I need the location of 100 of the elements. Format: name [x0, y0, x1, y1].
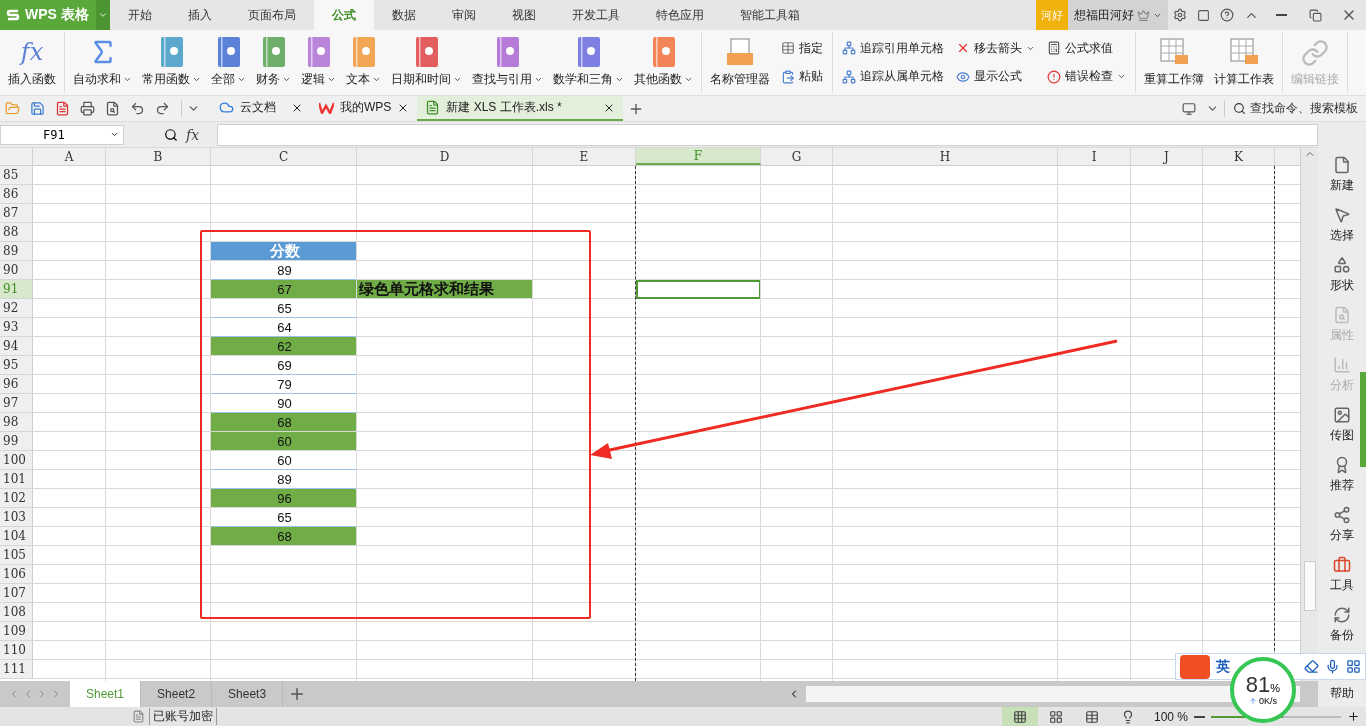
ribbon-button[interactable]: 逻辑: [297, 32, 340, 93]
column-header[interactable]: D: [357, 148, 533, 165]
ribbon-button[interactable]: 公式求值: [1044, 37, 1129, 59]
menu-tab[interactable]: 特色应用: [638, 0, 722, 30]
sidebar-handle[interactable]: [1360, 372, 1366, 467]
sidebar-button[interactable]: 分享: [1330, 506, 1354, 544]
sidebar-button[interactable]: 帮助: [1330, 685, 1354, 702]
menu-tab[interactable]: 审阅: [434, 0, 494, 30]
row-header[interactable]: 86: [0, 185, 33, 204]
ribbon-button[interactable]: 错误检查: [1044, 66, 1129, 88]
row-header[interactable]: 110: [0, 641, 33, 660]
row-header[interactable]: 106: [0, 565, 33, 584]
search-field[interactable]: 查找命令、搜索模板: [1224, 100, 1366, 117]
zoom-out-icon[interactable]: [1194, 715, 1205, 718]
ribbon-button[interactable]: 全部: [207, 32, 250, 93]
sidebar-button[interactable]: 形状: [1330, 256, 1354, 294]
ribbon-button[interactable]: 粘贴: [778, 66, 826, 88]
row-header[interactable]: 97: [0, 394, 33, 413]
menu-tab[interactable]: 开发工具: [554, 0, 638, 30]
row-header[interactable]: 94: [0, 337, 33, 356]
row-header[interactable]: 101: [0, 470, 33, 489]
ime-mode[interactable]: 英: [1216, 657, 1230, 676]
sidebar-button[interactable]: 传图: [1330, 406, 1354, 444]
row-header[interactable]: 98: [0, 413, 33, 432]
row-header[interactable]: 92: [0, 299, 33, 318]
row-header[interactable]: 96: [0, 375, 33, 394]
ribbon-button[interactable]: 移去箭头: [953, 37, 1038, 59]
row-header[interactable]: 85: [0, 166, 33, 185]
sidebar-button[interactable]: 备份: [1330, 606, 1354, 644]
row-header[interactable]: 99: [0, 432, 33, 451]
microphone-icon[interactable]: [1325, 659, 1340, 674]
row-header[interactable]: 111: [0, 660, 33, 679]
ribbon-button[interactable]: 自动求和: [69, 32, 136, 93]
menu-tab[interactable]: 公式: [314, 0, 374, 30]
sidebar-button[interactable]: 新建: [1330, 156, 1354, 194]
ime-logo-icon: [1180, 654, 1210, 679]
column-header[interactable]: K: [1203, 148, 1275, 165]
document-tab[interactable]: 我的WPS: [311, 96, 418, 121]
column-header[interactable]: I: [1058, 148, 1131, 165]
caret-icon: [192, 75, 201, 84]
ribbon-button[interactable]: 追踪从属单元格: [839, 66, 947, 88]
column-header[interactable]: C: [211, 148, 357, 165]
ribbon-button[interactable]: 计算工作表: [1210, 32, 1278, 93]
sidebar-button[interactable]: 推荐: [1330, 456, 1354, 494]
document-tab[interactable]: 云文档: [211, 96, 311, 121]
insert-function-button[interactable]: fx: [186, 126, 200, 143]
book-icon: [577, 37, 600, 67]
user-menu[interactable]: 想福田河好: [1068, 0, 1168, 30]
row-header[interactable]: 95: [0, 356, 33, 375]
column-header[interactable]: J: [1131, 148, 1203, 165]
menu-tab[interactable]: 智能工具箱: [722, 0, 818, 30]
row-header[interactable]: 107: [0, 584, 33, 603]
grid-icon[interactable]: [1346, 659, 1361, 674]
menu-tab[interactable]: 视图: [494, 0, 554, 30]
ribbon-button[interactable]: 显示公式: [953, 66, 1038, 88]
name-box[interactable]: F91: [0, 124, 124, 145]
row-header[interactable]: 102: [0, 489, 33, 508]
menu-tab[interactable]: 数据: [374, 0, 434, 30]
row-header[interactable]: 108: [0, 603, 33, 622]
row-header[interactable]: 104: [0, 527, 33, 546]
normal-view-button[interactable]: [1001, 707, 1038, 726]
row-header[interactable]: 109: [0, 622, 33, 641]
ribbon-button[interactable]: 追踪引用单元格: [839, 37, 947, 59]
zoom-icon[interactable]: [164, 127, 178, 142]
column-header[interactable]: B: [106, 148, 211, 165]
ribbon-button[interactable]: 指定: [778, 37, 826, 59]
column-header[interactable]: G: [761, 148, 833, 165]
row-header[interactable]: 89: [0, 242, 33, 261]
eraser-icon[interactable]: [1304, 659, 1319, 674]
row-header[interactable]: 87: [0, 204, 33, 223]
ribbon-button[interactable]: 常用函数: [138, 32, 205, 93]
menu-tab[interactable]: 开始: [110, 0, 170, 30]
sidebar-button[interactable]: 选择: [1330, 206, 1354, 244]
row-header[interactable]: 100: [0, 451, 33, 470]
ribbon-button[interactable]: 其他函数: [630, 32, 697, 93]
formula-input[interactable]: [217, 123, 1318, 146]
column-header[interactable]: A: [33, 148, 106, 165]
ribbon-button[interactable]: 财务: [252, 32, 295, 93]
ribbon-button[interactable]: fx 插入函数: [4, 32, 60, 93]
ribbon-button[interactable]: 名称管理器: [706, 32, 774, 93]
selected-cell[interactable]: [636, 280, 761, 299]
row-header[interactable]: 105: [0, 546, 33, 565]
menu-tab[interactable]: 插入: [170, 0, 230, 30]
row-header[interactable]: 88: [0, 223, 33, 242]
column-header[interactable]: H: [833, 148, 1058, 165]
row-header[interactable]: 90: [0, 261, 33, 280]
ribbon-button[interactable]: 重算工作簿: [1140, 32, 1208, 93]
ribbon-button[interactable]: 文本: [342, 32, 385, 93]
table-cell: 68: [211, 413, 357, 432]
zoom-in-icon[interactable]: [1347, 710, 1360, 723]
document-tab[interactable]: 新建 XLS 工作表.xls *: [417, 96, 624, 121]
ribbon-button[interactable]: 数学和三角: [549, 32, 628, 93]
menu-tab[interactable]: 页面布局: [230, 0, 314, 30]
row-header[interactable]: 103: [0, 508, 33, 527]
sheet-tab[interactable]: Sheet1: [70, 681, 142, 707]
row-header[interactable]: 93: [0, 318, 33, 337]
sidebar-button[interactable]: 工具: [1330, 556, 1354, 594]
scrollbar-thumb[interactable]: [1303, 561, 1316, 611]
ribbon-button[interactable]: 日期和时间: [387, 32, 466, 93]
ribbon-button[interactable]: 查找与引用: [468, 32, 547, 93]
